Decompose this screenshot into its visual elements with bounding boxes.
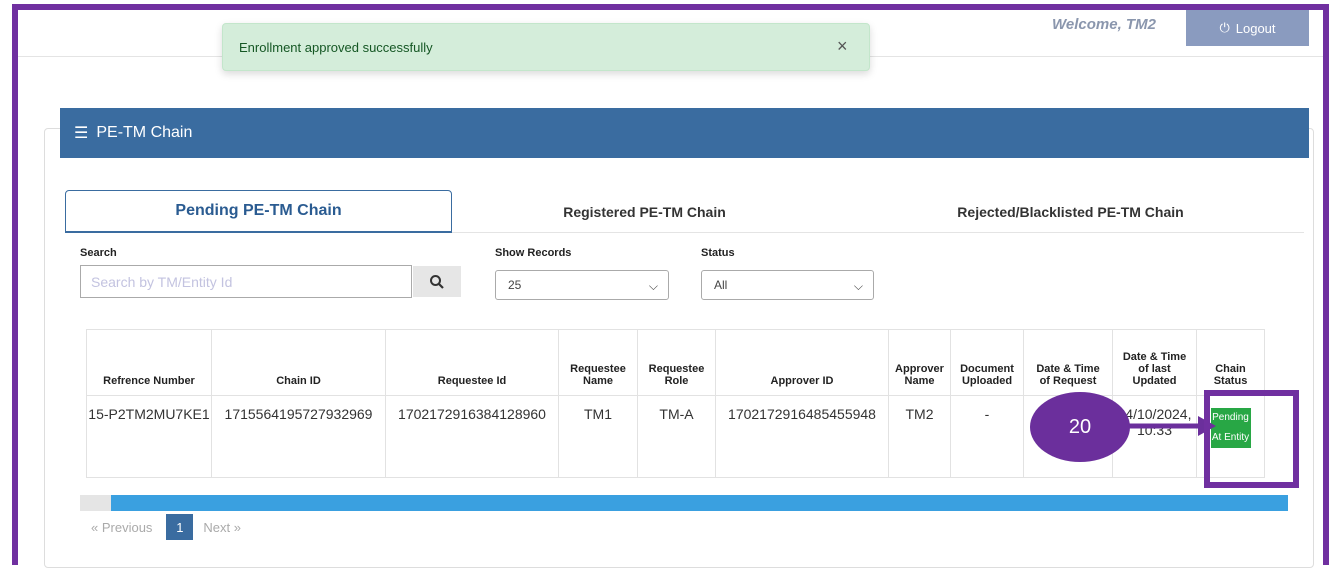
col-approver-id: Approver ID (715, 329, 889, 396)
cell-chain-id: 1715564195727932969 (211, 395, 386, 478)
tab-rejected[interactable]: Rejected/Blacklisted PE-TM Chain (837, 190, 1304, 233)
records-value: 25 (508, 278, 522, 292)
col-ref: Refrence Number (86, 329, 212, 396)
cell-ref: 15-P2TM2MU7KE1 (86, 395, 212, 478)
col-status: Chain Status (1196, 329, 1265, 396)
scrollbar-thumb[interactable] (111, 495, 1288, 511)
cell-approver-id: 1702172916485455948 (715, 395, 889, 478)
cell-requestee-id: 1702172916384128960 (385, 395, 559, 478)
logout-label: Logout (1235, 20, 1276, 36)
status-label: Status (701, 247, 735, 259)
logout-button[interactable]: ⏻ Logout (1186, 10, 1309, 46)
pagination: « Previous 1 Next » (91, 514, 241, 540)
panel-header: ☰ PE-TM Chain (60, 108, 1309, 158)
search-input[interactable] (80, 265, 412, 298)
search-button[interactable] (413, 266, 461, 297)
page-1[interactable]: 1 (166, 514, 194, 540)
step-callout: 20 (1030, 392, 1130, 462)
status-select[interactable]: All ⌵ (701, 270, 874, 300)
search-label: Search (80, 247, 117, 259)
cell-approver-name: TM2 (888, 395, 951, 478)
status-value: All (714, 278, 728, 292)
panel-title: PE-TM Chain (96, 124, 193, 141)
col-document: Document Uploaded (950, 329, 1024, 396)
tab-pending[interactable]: Pending PE-TM Chain (65, 190, 452, 233)
search-icon (430, 274, 444, 289)
col-requestee-name: Requestee Name (558, 329, 638, 396)
success-toast: Enrollment approved successfully × (222, 23, 870, 71)
cell-name: TM1 (558, 395, 638, 478)
table-header-row: Refrence Number Chain ID Requestee Id Re… (86, 329, 1265, 396)
col-requestee-role: Requestee Role (637, 329, 716, 396)
cell-document: - (950, 395, 1024, 478)
status-highlight-box (1204, 390, 1299, 488)
tab-registered[interactable]: Registered PE-TM Chain (452, 190, 837, 233)
power-icon: ⏻ (1219, 20, 1230, 35)
col-chain-id: Chain ID (211, 329, 386, 396)
chevron-down-icon: ⌵ (853, 279, 863, 293)
col-requestee-id: Requestee Id (385, 329, 559, 396)
cell-role: TM-A (637, 395, 716, 478)
close-icon[interactable]: × (837, 36, 848, 57)
menu-icon: ☰ (74, 125, 89, 142)
records-label: Show Records (495, 247, 572, 259)
tab-divider (452, 232, 1304, 233)
records-select[interactable]: 25 ⌵ (495, 270, 669, 300)
col-updated-time: Date & Time of last Updated (1112, 329, 1197, 396)
col-approver-name: Approver Name (888, 329, 951, 396)
chevron-down-icon: ⌵ (648, 279, 658, 293)
previous-link[interactable]: « Previous (91, 520, 152, 535)
toast-message: Enrollment approved successfully (239, 40, 433, 55)
col-request-time: Date & Time of Request (1023, 329, 1113, 396)
welcome-text: Welcome, TM2 (1052, 16, 1156, 33)
next-link[interactable]: Next » (203, 520, 241, 535)
